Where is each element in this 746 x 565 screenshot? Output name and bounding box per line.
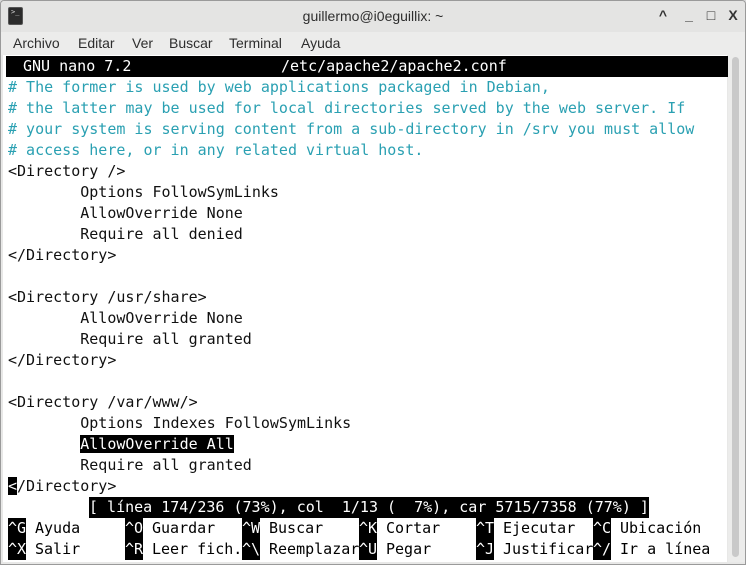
maximize-button[interactable]: □ <box>703 7 719 23</box>
shortcut-key: ^\ <box>242 539 261 560</box>
shortcut-label[interactable]: Buscar <box>269 518 323 539</box>
editor-line: # the latter may be used for local direc… <box>8 99 686 117</box>
editor-line: </Directory> <box>8 477 117 495</box>
editor-line: # your system is serving content from a … <box>8 120 695 138</box>
shortcut-key: ^T <box>476 518 495 539</box>
shortcut-key: ^G <box>8 518 27 539</box>
shortcut-label[interactable]: Guardar <box>152 518 215 539</box>
editor-line: Require all granted <box>8 330 252 348</box>
editor-line: </Directory> <box>8 246 117 264</box>
shortcut-label[interactable]: Salir <box>35 539 80 560</box>
shortcut-key: ^X <box>8 539 27 560</box>
editor-line: Require all denied <box>8 225 243 243</box>
shortcut-key: ^U <box>359 539 378 560</box>
shortcut-key: ^W <box>242 518 261 539</box>
shortcut-label[interactable]: Ejecutar <box>503 518 575 539</box>
shortcut-label[interactable]: Ayuda <box>35 518 80 539</box>
terminal-area[interactable]: GNU nano 7.2 /etc/apache2/apache2.conf #… <box>3 55 728 562</box>
menu-terminal[interactable]: Terminal <box>229 35 282 51</box>
shortcut-label[interactable]: Ubicación <box>620 518 701 539</box>
editor-line: Require all granted <box>8 456 252 474</box>
title-bar[interactable]: >_ guillermo@i0eguillix: ~ ^ _ □ X <box>1 1 745 32</box>
shortcut-key: ^C <box>593 518 612 539</box>
nano-header-bar: GNU nano 7.2 /etc/apache2/apache2.conf <box>6 56 728 77</box>
menu-buscar[interactable]: Buscar <box>169 35 213 51</box>
scrollbar[interactable] <box>728 55 745 562</box>
scrollbar-thumb[interactable] <box>732 57 739 557</box>
editor-line: </Directory> <box>8 351 117 369</box>
shortcut-label[interactable]: Reemplazar <box>269 539 359 560</box>
shortcut-label[interactable]: Ir a línea <box>620 539 710 560</box>
editor-line: # access here, or in any related virtual… <box>8 141 424 159</box>
editor-line: AllowOverride None <box>8 204 243 222</box>
editor-line: <Directory /> <box>8 162 126 180</box>
editor-line: Options FollowSymLinks <box>8 183 279 201</box>
shortcut-key: ^J <box>476 539 495 560</box>
shortcut-label[interactable]: Pegar <box>386 539 431 560</box>
nano-filename: /etc/apache2/apache2.conf <box>281 57 507 75</box>
editor-line: <Directory /var/www/> <box>8 393 198 411</box>
menu-ayuda[interactable]: Ayuda <box>301 35 340 51</box>
window-title: guillermo@i0eguillix: ~ <box>302 8 444 24</box>
shortcut-label[interactable]: Justificar <box>503 539 593 560</box>
shortcut-label[interactable]: Cortar <box>386 518 440 539</box>
editor-line: Options Indexes FollowSymLinks <box>8 414 352 432</box>
shortcut-key: ^/ <box>593 539 612 560</box>
terminal-window: >_ guillermo@i0eguillix: ~ ^ _ □ X Archi… <box>0 0 746 565</box>
editor-line: AllowOverride None <box>8 309 243 327</box>
editor-line: <Directory /usr/share> <box>8 288 207 306</box>
editor-line: # The former is used by web applications… <box>8 78 550 96</box>
shortcut-key: ^R <box>125 539 144 560</box>
shortcut-label[interactable]: Leer fich. <box>152 539 242 560</box>
shortcut-key: ^O <box>125 518 144 539</box>
menu-archivo[interactable]: Archivo <box>13 35 60 51</box>
minimize-button[interactable]: _ <box>681 7 697 23</box>
shade-button[interactable]: ^ <box>655 7 671 23</box>
text-cursor: < <box>8 477 18 495</box>
selected-text: AllowOverride All <box>80 435 234 453</box>
menu-ver[interactable]: Ver <box>132 35 153 51</box>
menu-editar[interactable]: Editar <box>78 35 115 51</box>
nano-version: GNU nano 7.2 <box>23 57 132 75</box>
editor-line: AllowOverride All <box>8 434 234 455</box>
nano-status-bar: [ línea 174/236 (73%), col 1/13 ( 7%), c… <box>89 497 649 518</box>
close-button[interactable]: X <box>725 7 741 23</box>
shortcut-key: ^K <box>359 518 378 539</box>
menu-bar: Archivo Editar Ver Buscar Terminal Ayuda <box>1 32 745 55</box>
